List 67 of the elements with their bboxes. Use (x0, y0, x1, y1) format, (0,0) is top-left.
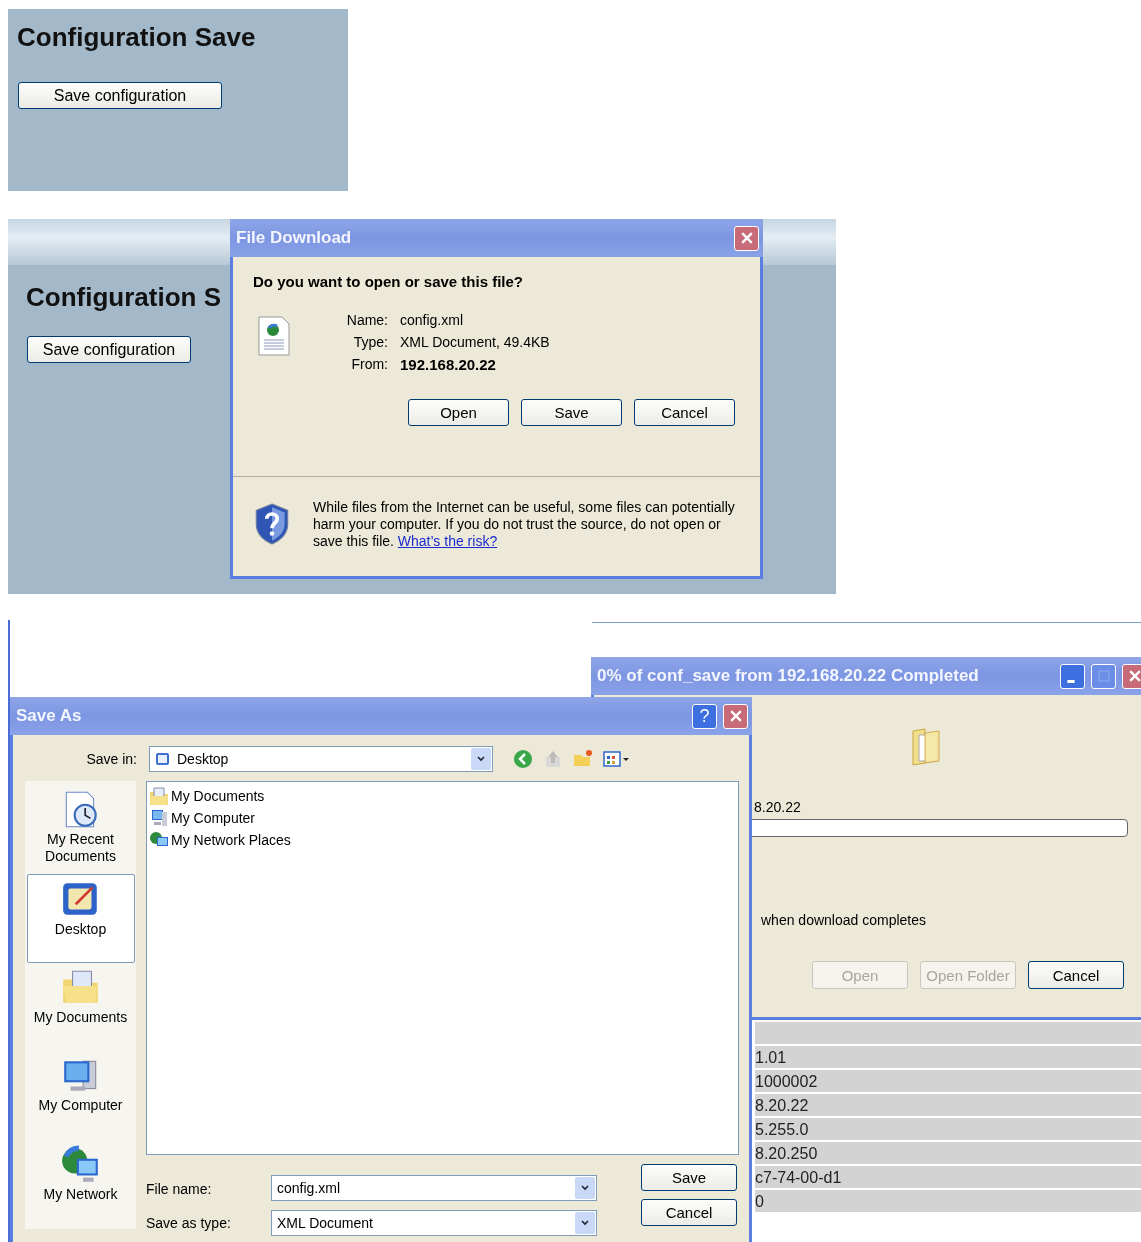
file-name-field[interactable]: config.xml (271, 1175, 597, 1201)
window-title: File Download (236, 228, 352, 248)
help-button[interactable]: ? (692, 703, 717, 729)
places-item[interactable]: My Documents (26, 962, 135, 1052)
web-document-icon (258, 316, 290, 356)
dialog-button[interactable]: Cancel (1028, 961, 1124, 989)
save-configuration-button[interactable]: Save configuration (18, 82, 222, 109)
shield-help-icon (255, 503, 289, 545)
dialog-button[interactable]: Open (408, 399, 509, 426)
file-list-item[interactable]: My Documents (149, 785, 265, 807)
close-button[interactable] (1122, 663, 1141, 689)
caret-icon (476, 754, 486, 764)
dialog-question: Do you want to open or save this file? (253, 273, 525, 290)
page-title: Configuration S (26, 282, 221, 313)
folder-icon (149, 786, 169, 806)
table-cell: 8.20.22 (755, 1097, 809, 1114)
window-title: 0% of conf_save from 192.168.20.22 Completed (597, 666, 979, 686)
close-icon (1128, 670, 1141, 682)
field-label: Name: (345, 312, 388, 328)
close-icon (740, 232, 753, 244)
computer-icon (149, 808, 169, 828)
window-title: Save As (16, 706, 82, 726)
field-value: 192.168.20.22 (400, 356, 496, 373)
field-value: XML Document, 49.4KB (400, 334, 550, 350)
page-title: Configuration Save (17, 22, 256, 53)
table-cell: c7-74-00-d1 (755, 1169, 842, 1186)
table-cell: 0 (755, 1193, 764, 1210)
table-cell: 1000002 (755, 1073, 818, 1090)
risk-link[interactable]: What’s the risk? (397, 533, 498, 549)
maximize-button[interactable] (1091, 663, 1116, 689)
new-folder-icon[interactable] (573, 749, 593, 769)
file-list-item[interactable]: My Network Places (149, 829, 291, 851)
close-option-label: when download completes (761, 912, 926, 928)
source-address: 8.20.22 (754, 799, 801, 815)
save-configuration-button[interactable]: Save configuration (27, 336, 191, 363)
dialog-button[interactable]: Save (521, 399, 622, 426)
dialog-button[interactable]: Cancel (641, 1199, 737, 1226)
field-label: Type: (352, 334, 388, 350)
field-value: config.xml (400, 312, 464, 328)
back-icon[interactable] (513, 749, 533, 769)
close-button[interactable] (723, 703, 748, 729)
close-icon (729, 710, 742, 722)
places-item[interactable]: My Computer (26, 1051, 135, 1141)
file-name-label: File name: (146, 1181, 213, 1197)
save-in-label: Save in: (85, 751, 137, 767)
file-list-item[interactable]: My Computer (149, 807, 256, 829)
folder-icon (910, 727, 942, 767)
dialog-button[interactable]: Cancel (634, 399, 735, 426)
security-warning: While files from the Internet can be useful, some files can potentially harm your computer. If you do not trust the source, do not open or save this file. What’s the risk? (313, 499, 736, 550)
caret-icon (580, 1183, 590, 1193)
minimize-icon (1066, 679, 1075, 683)
caret-icon (580, 1218, 590, 1228)
places-item[interactable]: Desktop (26, 873, 135, 963)
save-in-dropdown[interactable]: Desktop (149, 746, 493, 772)
places-item[interactable]: My Network (26, 1140, 135, 1229)
close-button[interactable] (734, 225, 759, 251)
file-type-label: Save as type: (146, 1215, 232, 1231)
minimize-button[interactable] (1060, 663, 1085, 689)
table-cell: 1.01 (755, 1049, 787, 1066)
places-item[interactable]: My Recent Documents (26, 785, 135, 874)
table-cell: 8.20.250 (755, 1145, 818, 1162)
file-type-dropdown[interactable]: XML Document (271, 1210, 597, 1236)
view-menu-icon[interactable] (603, 749, 631, 769)
dialog-button[interactable]: Save (641, 1164, 737, 1191)
desktop-icon (155, 751, 171, 767)
field-label: From: (350, 356, 388, 373)
table-cell: 5.255.0 (755, 1121, 809, 1138)
